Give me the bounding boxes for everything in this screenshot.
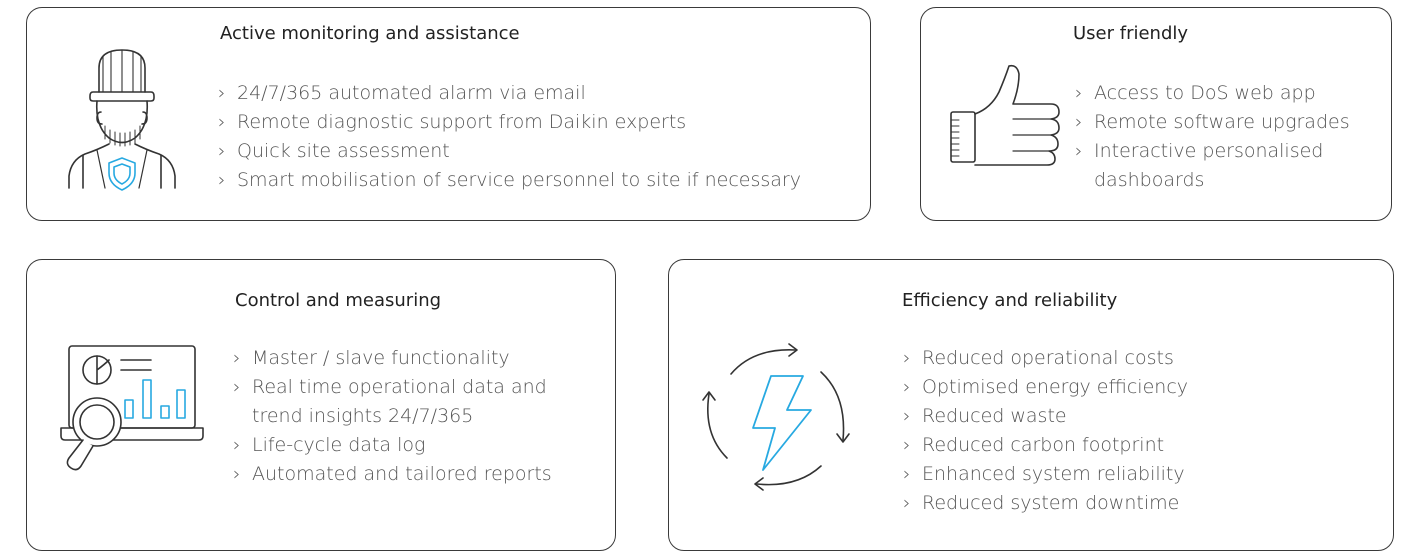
list-item: › Automated and tailored reports — [233, 463, 552, 485]
thumbs-up-icon — [947, 62, 1062, 172]
list-item: › Interactive personalised dashboards — [1075, 140, 1324, 191]
list-item: › Enhanced system reliability — [903, 463, 1185, 485]
lightning-cycle-icon — [697, 338, 857, 498]
card-title: Control and measuring — [235, 290, 442, 311]
list-item: › Master / slave functionality — [233, 347, 510, 369]
bullet-list: › Reduced operational costs › Optimised en… — [903, 344, 1303, 518]
list-item: › Reduced waste — [903, 405, 1067, 427]
list-item: › Remote software upgrades — [1075, 111, 1350, 133]
card-efficiency-reliability: Efficiency and reliability › Reduced oper… — [668, 259, 1394, 551]
technician-shield-icon — [57, 46, 187, 191]
list-item: › Reduced operational costs — [903, 347, 1174, 369]
list-item: › Reduced system downtime — [903, 492, 1180, 514]
list-item: › Real time operational data and trend in… — [233, 376, 547, 427]
dashboard-magnifier-icon — [55, 340, 205, 475]
card-title: User friendly — [1073, 23, 1189, 44]
list-item: › Smart mobilisation of service personnel… — [218, 169, 801, 191]
bullet-list: › Access to DoS web app › Remote software … — [1075, 79, 1375, 195]
list-item: › Quick site assessment — [218, 140, 450, 162]
list-item: › Reduced carbon footprint — [903, 434, 1165, 456]
list-item: › Remote diagnostic support from Daikin e… — [218, 111, 687, 133]
card-title: Efficiency and reliability — [902, 290, 1118, 311]
card-active-monitoring: Active monitoring and assistance › 24/7/3… — [26, 7, 871, 221]
card-control-measuring: Control and measuring › Master / slave fu… — [26, 259, 616, 551]
list-item: › Access to DoS web app — [1075, 82, 1316, 104]
list-item: › Optimised energy efficiency — [903, 376, 1189, 398]
list-item: › Life-cycle data log — [233, 434, 426, 456]
bullet-list: › Master / slave functionality › Real time… — [233, 344, 573, 489]
bullet-list: › 24/7/365 automated alarm via email › Rem… — [218, 79, 848, 195]
card-title: Active monitoring and assistance — [220, 23, 520, 44]
card-user-friendly: User friendly › Access to DoS web app › Re… — [920, 7, 1392, 221]
list-item: › 24/7/365 automated alarm via email — [218, 82, 586, 104]
